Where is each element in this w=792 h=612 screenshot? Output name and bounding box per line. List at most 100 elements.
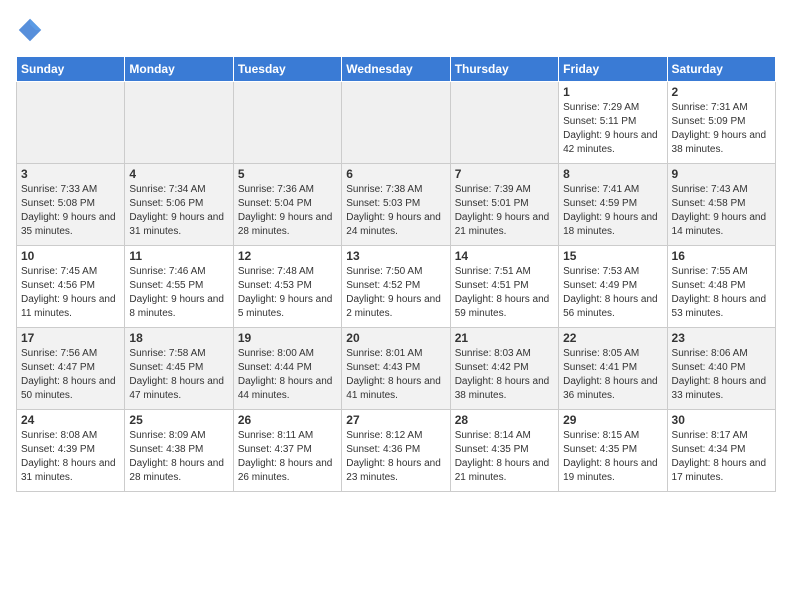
calendar-cell: 1Sunrise: 7:29 AM Sunset: 5:11 PM Daylig… — [559, 82, 667, 164]
logo-icon — [16, 16, 44, 44]
day-info: Sunrise: 8:11 AM Sunset: 4:37 PM Dayligh… — [238, 429, 337, 485]
calendar-cell — [450, 82, 558, 164]
calendar-cell — [125, 82, 233, 164]
day-number: 18 — [129, 331, 228, 345]
day-info: Sunrise: 7:43 AM Sunset: 4:58 PM Dayligh… — [672, 183, 771, 239]
calendar-cell: 29 Sunrise: 8:15 AM Sunset: 4:35 PM Dayli… — [559, 410, 667, 492]
day-info: Sunrise: 7:48 AM Sunset: 4:53 PM Dayligh… — [238, 265, 337, 321]
calendar-cell — [17, 82, 125, 164]
day-number: 14 — [455, 249, 554, 263]
day-number: 7 — [455, 167, 554, 181]
week-row-4: 17 Sunrise: 7:56 AM Sunset: 4:47 PM Dayli… — [17, 328, 776, 410]
day-info: Sunrise: 7:36 AM Sunset: 5:04 PM Dayligh… — [238, 183, 337, 239]
calendar-cell: 13 Sunrise: 7:50 AM Sunset: 4:52 PM Dayli… — [342, 246, 450, 328]
day-number: 3 — [21, 167, 120, 181]
weekday-header-row: SundayMondayTuesdayWednesdayThursdayFrid… — [17, 57, 776, 82]
calendar-cell: 9 Sunrise: 7:43 AM Sunset: 4:58 PM Daylig… — [667, 164, 775, 246]
calendar-cell: 27 Sunrise: 8:12 AM Sunset: 4:36 PM Dayli… — [342, 410, 450, 492]
weekday-header-thursday: Thursday — [450, 57, 558, 82]
calendar-cell: 26 Sunrise: 8:11 AM Sunset: 4:37 PM Dayli… — [233, 410, 341, 492]
calendar-cell: 12 Sunrise: 7:48 AM Sunset: 4:53 PM Dayli… — [233, 246, 341, 328]
calendar-cell: 2 Sunrise: 7:31 AM Sunset: 5:09 PM Daylig… — [667, 82, 775, 164]
day-number: 22 — [563, 331, 662, 345]
calendar-cell: 3 Sunrise: 7:33 AM Sunset: 5:08 PM Daylig… — [17, 164, 125, 246]
day-number: 8 — [563, 167, 662, 181]
calendar-cell: 18 Sunrise: 7:58 AM Sunset: 4:45 PM Dayli… — [125, 328, 233, 410]
day-number: 24 — [21, 413, 120, 427]
day-number: 17 — [21, 331, 120, 345]
day-info: Sunrise: 8:06 AM Sunset: 4:40 PM Dayligh… — [672, 347, 771, 403]
calendar-table: SundayMondayTuesdayWednesdayThursdayFrid… — [16, 56, 776, 492]
calendar-cell: 15Sunrise: 7:53 AM Sunset: 4:49 PM Dayli… — [559, 246, 667, 328]
calendar-cell: 11 Sunrise: 7:46 AM Sunset: 4:55 PM Dayli… — [125, 246, 233, 328]
calendar-cell: 10 Sunrise: 7:45 AM Sunset: 4:56 PM Dayli… — [17, 246, 125, 328]
calendar-cell: 14 Sunrise: 7:51 AM Sunset: 4:51 PM Dayli… — [450, 246, 558, 328]
day-number: 2 — [672, 85, 771, 99]
weekday-header-monday: Monday — [125, 57, 233, 82]
day-number: 28 — [455, 413, 554, 427]
day-number: 20 — [346, 331, 445, 345]
day-info: Sunrise: 8:09 AM Sunset: 4:38 PM Dayligh… — [129, 429, 228, 485]
weekday-header-wednesday: Wednesday — [342, 57, 450, 82]
day-number: 26 — [238, 413, 337, 427]
day-number: 4 — [129, 167, 228, 181]
day-number: 6 — [346, 167, 445, 181]
calendar-cell — [342, 82, 450, 164]
day-info: Sunrise: 7:58 AM Sunset: 4:45 PM Dayligh… — [129, 347, 228, 403]
day-number: 13 — [346, 249, 445, 263]
day-info: Sunrise: 8:14 AM Sunset: 4:35 PM Dayligh… — [455, 429, 554, 485]
week-row-3: 10 Sunrise: 7:45 AM Sunset: 4:56 PM Dayli… — [17, 246, 776, 328]
day-number: 11 — [129, 249, 228, 263]
week-row-1: 1Sunrise: 7:29 AM Sunset: 5:11 PM Daylig… — [17, 82, 776, 164]
day-info: Sunrise: 7:41 AM Sunset: 4:59 PM Dayligh… — [563, 183, 662, 239]
calendar-cell: 28 Sunrise: 8:14 AM Sunset: 4:35 PM Dayli… — [450, 410, 558, 492]
day-number: 25 — [129, 413, 228, 427]
day-info: Sunrise: 7:45 AM Sunset: 4:56 PM Dayligh… — [21, 265, 120, 321]
day-info: Sunrise: 7:39 AM Sunset: 5:01 PM Dayligh… — [455, 183, 554, 239]
calendar-cell — [233, 82, 341, 164]
day-info: Sunrise: 7:34 AM Sunset: 5:06 PM Dayligh… — [129, 183, 228, 239]
calendar-cell: 23 Sunrise: 8:06 AM Sunset: 4:40 PM Dayli… — [667, 328, 775, 410]
day-number: 15 — [563, 249, 662, 263]
day-info: Sunrise: 7:50 AM Sunset: 4:52 PM Dayligh… — [346, 265, 445, 321]
day-info: Sunrise: 8:08 AM Sunset: 4:39 PM Dayligh… — [21, 429, 120, 485]
day-info: Sunrise: 7:29 AM Sunset: 5:11 PM Dayligh… — [563, 101, 662, 157]
logo — [16, 16, 48, 44]
calendar-cell: 16Sunrise: 7:55 AM Sunset: 4:48 PM Dayli… — [667, 246, 775, 328]
day-info: Sunrise: 8:17 AM Sunset: 4:34 PM Dayligh… — [672, 429, 771, 485]
day-info: Sunrise: 8:01 AM Sunset: 4:43 PM Dayligh… — [346, 347, 445, 403]
calendar-cell: 7 Sunrise: 7:39 AM Sunset: 5:01 PM Daylig… — [450, 164, 558, 246]
weekday-header-saturday: Saturday — [667, 57, 775, 82]
calendar-cell: 19Sunrise: 8:00 AM Sunset: 4:44 PM Dayli… — [233, 328, 341, 410]
day-number: 10 — [21, 249, 120, 263]
day-info: Sunrise: 8:15 AM Sunset: 4:35 PM Dayligh… — [563, 429, 662, 485]
calendar-cell: 25 Sunrise: 8:09 AM Sunset: 4:38 PM Dayli… — [125, 410, 233, 492]
day-info: Sunrise: 7:46 AM Sunset: 4:55 PM Dayligh… — [129, 265, 228, 321]
day-number: 5 — [238, 167, 337, 181]
day-info: Sunrise: 8:12 AM Sunset: 4:36 PM Dayligh… — [346, 429, 445, 485]
day-number: 16 — [672, 249, 771, 263]
page-header — [16, 16, 776, 44]
day-number: 30 — [672, 413, 771, 427]
day-info: Sunrise: 7:33 AM Sunset: 5:08 PM Dayligh… — [21, 183, 120, 239]
day-number: 12 — [238, 249, 337, 263]
day-number: 27 — [346, 413, 445, 427]
calendar-cell: 20 Sunrise: 8:01 AM Sunset: 4:43 PM Dayli… — [342, 328, 450, 410]
day-info: Sunrise: 7:31 AM Sunset: 5:09 PM Dayligh… — [672, 101, 771, 157]
calendar-cell: 22 Sunrise: 8:05 AM Sunset: 4:41 PM Dayli… — [559, 328, 667, 410]
day-info: Sunrise: 8:03 AM Sunset: 4:42 PM Dayligh… — [455, 347, 554, 403]
week-row-2: 3 Sunrise: 7:33 AM Sunset: 5:08 PM Daylig… — [17, 164, 776, 246]
calendar-cell: 21Sunrise: 8:03 AM Sunset: 4:42 PM Dayli… — [450, 328, 558, 410]
day-info: Sunrise: 7:51 AM Sunset: 4:51 PM Dayligh… — [455, 265, 554, 321]
calendar-cell: 30 Sunrise: 8:17 AM Sunset: 4:34 PM Dayli… — [667, 410, 775, 492]
day-number: 19 — [238, 331, 337, 345]
day-number: 23 — [672, 331, 771, 345]
calendar-cell: 6 Sunrise: 7:38 AM Sunset: 5:03 PM Daylig… — [342, 164, 450, 246]
day-number: 9 — [672, 167, 771, 181]
weekday-header-tuesday: Tuesday — [233, 57, 341, 82]
calendar-cell: 5 Sunrise: 7:36 AM Sunset: 5:04 PM Daylig… — [233, 164, 341, 246]
day-info: Sunrise: 7:38 AM Sunset: 5:03 PM Dayligh… — [346, 183, 445, 239]
day-info: Sunrise: 8:05 AM Sunset: 4:41 PM Dayligh… — [563, 347, 662, 403]
day-number: 29 — [563, 413, 662, 427]
day-info: Sunrise: 7:56 AM Sunset: 4:47 PM Dayligh… — [21, 347, 120, 403]
